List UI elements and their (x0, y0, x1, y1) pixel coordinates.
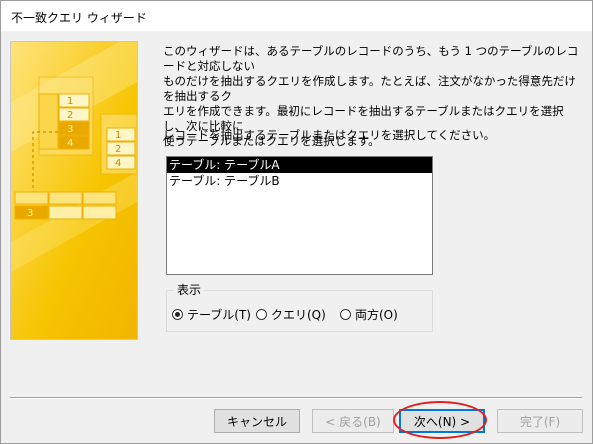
left-num-1: 1 (67, 96, 73, 107)
radio-query[interactable]: クエリ(Q) (256, 306, 326, 323)
radio-query-label[interactable]: クエリ(Q) (271, 306, 326, 323)
right-num-2: 2 (115, 144, 121, 155)
bottom-num-3: 3 (27, 208, 33, 219)
view-group-label: 表示 (174, 281, 205, 298)
radio-circle-icon[interactable] (340, 309, 351, 320)
radio-both-label[interactable]: 両方(O) (355, 306, 398, 323)
list-item[interactable]: テーブル: テーブルB (167, 173, 432, 189)
left-num-4: 4 (67, 138, 73, 149)
right-num-4: 4 (115, 158, 121, 169)
cancel-button[interactable]: キャンセル (214, 409, 300, 433)
left-num-2: 2 (67, 110, 73, 121)
radio-table-label[interactable]: テーブル(T) (187, 306, 251, 323)
window-title: 不一致クエリ ウィザード (11, 11, 147, 25)
finish-button[interactable]: 完了(F) (497, 409, 583, 433)
button-divider (10, 397, 582, 399)
selection-prompt: レコードを抽出するテーブルまたはクエリを選択してください。 (163, 128, 496, 142)
list-item[interactable]: テーブル: テーブルA (167, 157, 432, 173)
radio-both[interactable]: 両方(O) (340, 306, 398, 323)
table-graphic-icon: 1 2 3 4 1 2 4 3 (11, 42, 137, 339)
radio-circle-icon[interactable] (256, 309, 267, 320)
title-bar: 不一致クエリ ウィザード (1, 1, 592, 31)
right-num-1: 1 (115, 130, 121, 141)
wizard-illustration: 1 2 3 4 1 2 4 3 (10, 41, 138, 340)
radio-circle-icon[interactable] (172, 309, 183, 320)
radio-table[interactable]: テーブル(T) (172, 306, 251, 323)
table-query-listbox[interactable]: テーブル: テーブルA テーブル: テーブルB (166, 156, 433, 275)
next-button[interactable]: 次へ(N) > (399, 409, 485, 433)
left-num-3: 3 (67, 124, 73, 135)
back-button[interactable]: < 戻る(B) (312, 409, 394, 433)
